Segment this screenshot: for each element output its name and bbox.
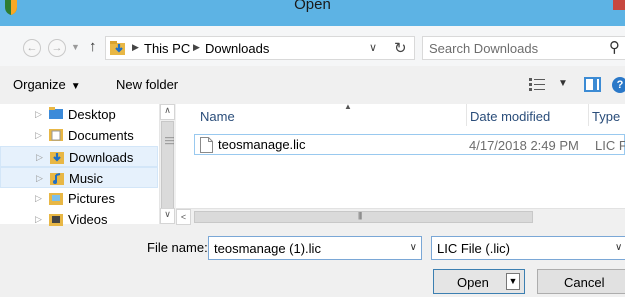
- search-box[interactable]: ⚲: [422, 36, 625, 60]
- organize-label: Organize: [13, 77, 66, 92]
- file-type: LIC Fil: [595, 138, 625, 153]
- navigation-pane: ▷ Desktop ▷ Documents ▷ Downloads ▷ Musi…: [0, 104, 175, 227]
- title-bar: Open: [0, 0, 625, 26]
- cancel-button-label: Cancel: [564, 275, 605, 290]
- expand-arrow-icon[interactable]: ▷: [36, 152, 43, 163]
- file-name-combobox[interactable]: ∨: [208, 236, 422, 260]
- address-row: ← → ▼ ↑ ▶ This PC ▶ Downloads ∨ ↻ ⚲: [0, 26, 625, 66]
- sidebar-item-label: Music: [69, 171, 103, 186]
- help-icon[interactable]: ?: [612, 77, 625, 93]
- file-type-filter[interactable]: LIC File (.lic) ∨: [431, 236, 625, 260]
- sidebar-item-videos[interactable]: ▷ Videos: [0, 209, 158, 230]
- sidebar-item-desktop[interactable]: ▷ Desktop: [0, 104, 158, 125]
- file-icon: [200, 137, 213, 153]
- downloads-folder-icon: [110, 41, 125, 55]
- column-name-label: Name: [200, 109, 235, 124]
- refresh-icon[interactable]: ↻: [394, 39, 407, 57]
- sidebar-item-pictures[interactable]: ▷ Pictures: [0, 188, 158, 209]
- file-name-input[interactable]: [214, 240, 399, 256]
- close-button[interactable]: [613, 0, 625, 10]
- expand-arrow-icon[interactable]: ▷: [35, 193, 42, 204]
- column-header-type[interactable]: Type: [588, 104, 620, 126]
- sidebar-item-label: Pictures: [68, 191, 115, 206]
- desktop-icon: [49, 107, 63, 119]
- downloads-icon: [50, 152, 64, 164]
- back-button[interactable]: ←: [23, 39, 41, 57]
- breadcrumb-this-pc[interactable]: This PC: [144, 41, 190, 56]
- address-bar[interactable]: ▶ This PC ▶ Downloads ∨ ↻: [105, 36, 415, 60]
- expand-arrow-icon[interactable]: ▷: [35, 130, 42, 141]
- music-icon: [50, 173, 64, 185]
- search-input[interactable]: [429, 40, 599, 56]
- view-dropdown-icon[interactable]: ▼: [558, 78, 568, 89]
- preview-pane-icon[interactable]: [584, 77, 601, 92]
- window-title: Open: [294, 0, 331, 13]
- forward-button[interactable]: →: [48, 39, 66, 57]
- expand-arrow-icon[interactable]: ▷: [35, 109, 42, 120]
- toolbar: Organize ▼ New folder ▼ ?: [0, 66, 625, 104]
- sidebar-item-label: Videos: [68, 212, 108, 227]
- sidebar-item-documents[interactable]: ▷ Documents: [0, 125, 158, 146]
- expand-arrow-icon[interactable]: ▷: [35, 214, 42, 225]
- column-header-name[interactable]: Name ▲: [200, 102, 450, 126]
- search-icon[interactable]: ⚲: [609, 38, 620, 56]
- sidebar-item-label: Downloads: [69, 150, 134, 165]
- scroll-thumb[interactable]: |||: [194, 211, 533, 223]
- scroll-left-icon[interactable]: <: [176, 209, 191, 225]
- file-name-label: File name:: [147, 240, 208, 255]
- scroll-thumb[interactable]: — — —: [161, 121, 174, 209]
- chevron-down-icon[interactable]: ∨: [410, 242, 417, 253]
- chevron-down-icon: ▼: [70, 81, 81, 92]
- breadcrumb-chevron-icon: ▶: [132, 42, 139, 52]
- scroll-up-icon[interactable]: ∧: [160, 104, 175, 120]
- file-row[interactable]: teosmanage.lic 4/17/2018 2:49 PM LIC Fil: [194, 134, 625, 155]
- up-arrow-icon[interactable]: ↑: [89, 38, 97, 55]
- expand-arrow-icon[interactable]: ▷: [36, 173, 43, 184]
- recent-locations-icon[interactable]: ▼: [71, 42, 80, 52]
- new-folder-button[interactable]: New folder: [116, 77, 178, 92]
- file-type-filter-value: LIC File (.lic): [437, 241, 510, 256]
- sidebar-item-downloads[interactable]: ▷ Downloads: [0, 146, 158, 167]
- file-list: Name ▲ Date modified Type teosmanage.lic…: [176, 102, 625, 225]
- sidebar-item-music[interactable]: ▷ Music: [0, 167, 158, 188]
- column-header-date[interactable]: Date modified: [466, 104, 550, 126]
- pictures-icon: [49, 193, 63, 205]
- open-options-dropdown-icon[interactable]: ▼: [506, 273, 520, 290]
- organize-button[interactable]: Organize ▼: [13, 77, 81, 92]
- sort-ascending-icon: ▲: [344, 102, 352, 111]
- breadcrumb-downloads[interactable]: Downloads: [205, 41, 269, 56]
- view-options-icon[interactable]: [529, 78, 545, 91]
- nav-scrollbar[interactable]: ∧ — — — ∨: [159, 104, 175, 224]
- breadcrumb-chevron-icon: ▶: [193, 42, 200, 52]
- sidebar-item-label: Documents: [68, 128, 134, 143]
- documents-icon: [49, 129, 63, 141]
- sidebar-item-label: Desktop: [68, 107, 116, 122]
- file-date: 4/17/2018 2:49 PM: [469, 138, 579, 153]
- horizontal-scrollbar[interactable]: < |||: [176, 208, 625, 225]
- cancel-button[interactable]: Cancel: [537, 269, 625, 294]
- chevron-down-icon[interactable]: ∨: [615, 242, 622, 253]
- open-button-label: Open: [457, 275, 489, 290]
- open-button[interactable]: Open ▼: [433, 269, 525, 294]
- videos-icon: [49, 214, 63, 226]
- file-name: teosmanage.lic: [218, 137, 306, 152]
- address-dropdown-icon[interactable]: ∨: [369, 41, 377, 54]
- scroll-down-icon[interactable]: ∨: [160, 208, 175, 224]
